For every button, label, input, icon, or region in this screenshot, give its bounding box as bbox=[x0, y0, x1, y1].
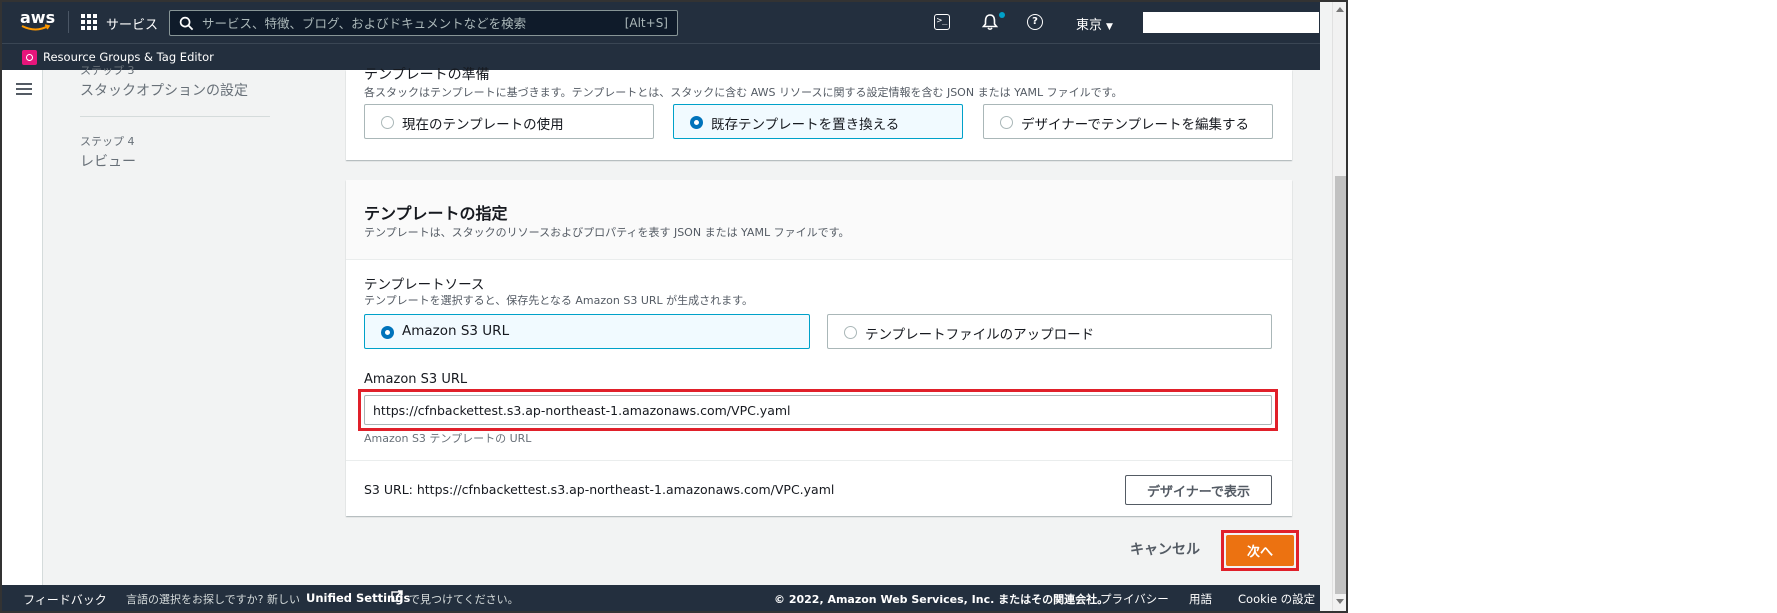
annotation-highlight-box bbox=[1221, 530, 1299, 571]
search-icon bbox=[179, 16, 194, 31]
scroll-down-arrow-icon[interactable] bbox=[1336, 599, 1344, 604]
help-icon[interactable]: ? bbox=[1027, 14, 1043, 30]
option-amazon-s3-url[interactable]: Amazon S3 URL bbox=[364, 314, 810, 349]
browser-viewport: aws サービス [Alt+S] >_ ? 東京▼ bbox=[0, 0, 1348, 613]
favorites-bar: Resource Groups & Tag Editor bbox=[2, 43, 1320, 70]
page-scrollbar[interactable] bbox=[1332, 2, 1346, 611]
privacy-link[interactable]: プライバシー bbox=[1100, 591, 1169, 607]
external-link-icon bbox=[391, 590, 403, 602]
side-navigation bbox=[2, 70, 43, 585]
find-it-text: で見つけてください。 bbox=[409, 593, 519, 606]
view-in-designer-button[interactable]: デザイナーで表示 bbox=[1125, 475, 1272, 505]
bell-icon[interactable] bbox=[981, 13, 999, 31]
divider bbox=[346, 460, 1292, 461]
template-source-label: テンプレートソース bbox=[364, 277, 485, 293]
step-4-title[interactable]: レビュー bbox=[80, 151, 136, 171]
services-menu[interactable]: サービス bbox=[106, 14, 158, 33]
nav-divider bbox=[68, 11, 69, 33]
step-3-label: ステップ 3 bbox=[80, 64, 135, 77]
prepare-template-panel: テンプレートの準備 各スタックはテンプレートに基づきます。テンプレートとは、スタ… bbox=[346, 67, 1292, 160]
option-edit-in-designer[interactable]: デザイナーでテンプレートを編集する bbox=[983, 104, 1273, 139]
notification-badge bbox=[999, 12, 1005, 18]
specify-template-title: テンプレートの指定 bbox=[364, 204, 508, 223]
s3-url-display: S3 URL: https://cfnbackettest.s3.ap-nort… bbox=[364, 482, 835, 497]
specify-template-panel: テンプレートの指定 テンプレートは、スタックのリソースおよびプロパティを表す J… bbox=[346, 180, 1292, 516]
search-input[interactable] bbox=[202, 14, 582, 32]
prepare-template-title: テンプレートの準備 bbox=[364, 67, 490, 83]
cookie-settings-link[interactable]: Cookie の設定 bbox=[1238, 591, 1315, 607]
menu-icon[interactable] bbox=[16, 83, 32, 95]
step-3-title[interactable]: スタックオプションの設定 bbox=[80, 80, 248, 100]
grid-icon[interactable] bbox=[81, 14, 97, 30]
template-source-description: テンプレートを選択すると、保存先となる Amazon S3 URL が生成されま… bbox=[364, 294, 754, 307]
region-label: 東京 bbox=[1076, 18, 1103, 33]
copyright-text: © 2022, Amazon Web Services, Inc. またはその関… bbox=[774, 593, 1109, 606]
steps-divider bbox=[80, 116, 270, 117]
scroll-up-arrow-icon[interactable] bbox=[1336, 7, 1344, 12]
annotation-highlight-box bbox=[358, 389, 1278, 431]
aws-smile-icon bbox=[21, 24, 51, 31]
option-label: テンプレートファイルのアップロード bbox=[865, 327, 1095, 343]
step-4-label: ステップ 4 bbox=[80, 135, 135, 148]
search-shortcut-hint: [Alt+S] bbox=[624, 16, 668, 30]
radio-icon bbox=[844, 326, 857, 339]
cancel-button[interactable]: キャンセル bbox=[1130, 539, 1200, 559]
caret-down-icon: ▼ bbox=[1106, 22, 1113, 32]
radio-selected-icon bbox=[690, 116, 703, 129]
prepare-template-description: 各スタックはテンプレートに基づきます。テンプレートとは、スタックに含む AWS … bbox=[364, 86, 1123, 99]
radio-selected-icon bbox=[381, 326, 394, 339]
region-selector[interactable]: 東京 ▼ bbox=[1076, 14, 1113, 33]
footer-bar: フィードバック 言語の選択をお探しですか? 新しい Unified Settin… bbox=[2, 585, 1320, 611]
specify-template-description: テンプレートは、スタックのリソースおよびプロパティを表す JSON または YA… bbox=[364, 226, 850, 239]
option-replace-template[interactable]: 既存テンプレートを置き換える bbox=[673, 104, 963, 139]
option-label: デザイナーでテンプレートを編集する bbox=[1021, 117, 1250, 133]
option-label: 現在のテンプレートの使用 bbox=[402, 117, 564, 133]
terms-link[interactable]: 用語 bbox=[1189, 591, 1212, 607]
resource-groups-icon bbox=[22, 50, 37, 65]
scroll-thumb[interactable] bbox=[1335, 176, 1346, 594]
s3-url-hint: Amazon S3 テンプレートの URL bbox=[364, 432, 532, 445]
account-menu[interactable] bbox=[1143, 12, 1319, 33]
s3-url-label: Amazon S3 URL bbox=[364, 372, 468, 387]
aws-logo[interactable]: aws bbox=[20, 8, 55, 34]
option-label: Amazon S3 URL bbox=[402, 323, 510, 339]
option-use-current-template[interactable]: 現在のテンプレートの使用 bbox=[364, 104, 654, 139]
top-navigation-bar: aws サービス [Alt+S] >_ ? 東京▼ bbox=[2, 2, 1320, 43]
radio-icon bbox=[381, 116, 394, 129]
option-label: 既存テンプレートを置き換える bbox=[711, 117, 900, 133]
feedback-link[interactable]: フィードバック bbox=[23, 591, 107, 608]
panel-header: テンプレートの指定 テンプレートは、スタックのリソースおよびプロパティを表す J… bbox=[346, 180, 1292, 260]
cloudshell-icon[interactable]: >_ bbox=[934, 14, 950, 30]
global-search[interactable]: [Alt+S] bbox=[169, 10, 678, 36]
language-prompt: 言語の選択をお探しですか? 新しい bbox=[126, 593, 301, 606]
radio-icon bbox=[1000, 116, 1013, 129]
option-upload-template-file[interactable]: テンプレートファイルのアップロード bbox=[827, 314, 1272, 349]
